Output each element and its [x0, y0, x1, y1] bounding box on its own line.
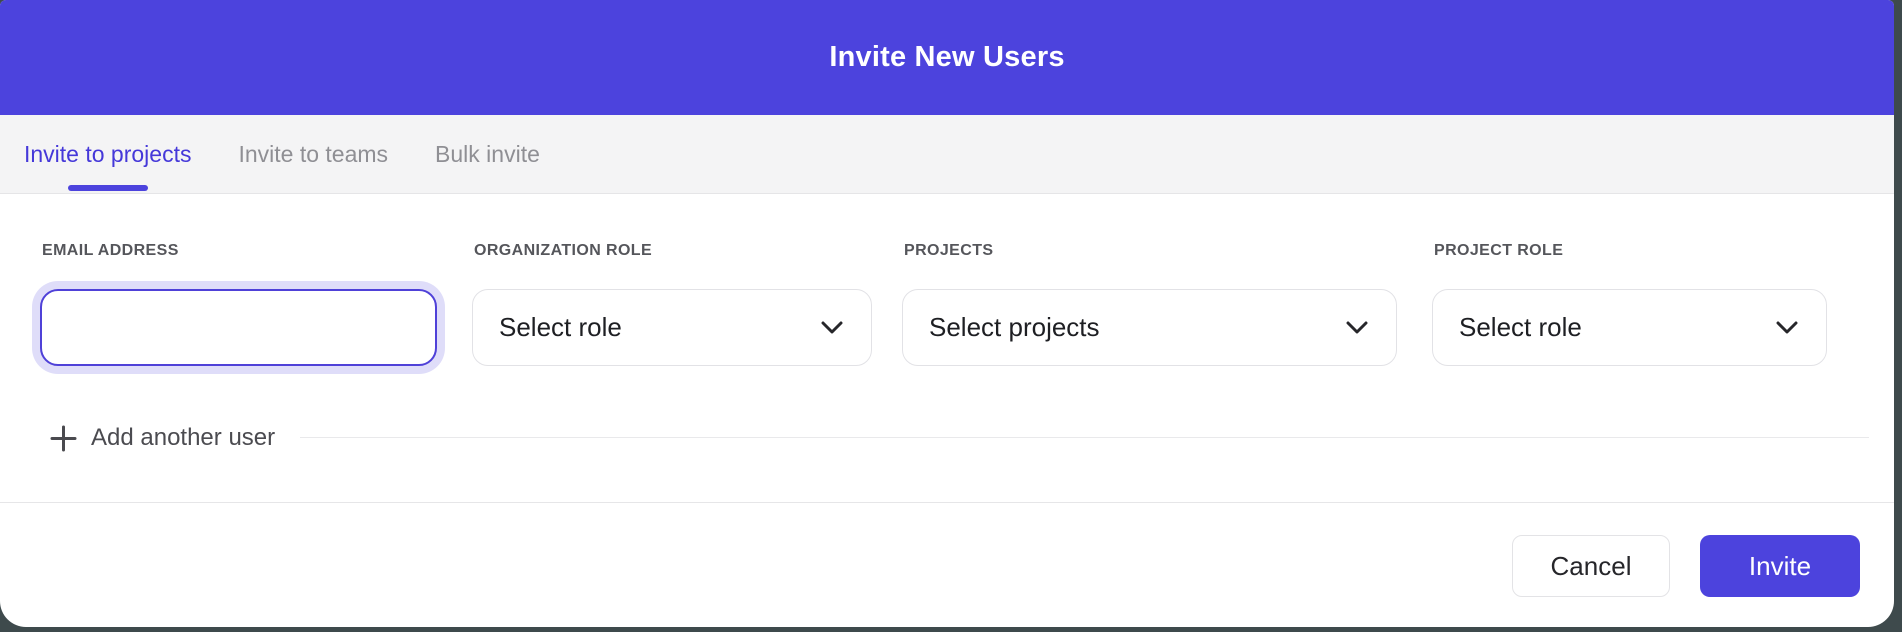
add-user-separator	[300, 437, 1869, 438]
dialog-header: Invite New Users	[0, 0, 1894, 115]
footer-separator	[0, 502, 1894, 503]
project-role-select[interactable]: Select role	[1432, 289, 1827, 366]
projects-field-group: PROJECTS Select projects	[902, 242, 1397, 366]
organization-role-label: ORGANIZATION ROLE	[474, 242, 872, 259]
email-address-label: EMAIL ADDRESS	[42, 242, 437, 259]
add-another-user-label: Add another user	[91, 424, 275, 452]
add-another-user-button[interactable]: Add another user	[50, 423, 275, 453]
projects-selected-value: Select projects	[929, 312, 1100, 343]
cancel-button[interactable]: Cancel	[1512, 535, 1670, 597]
active-tab-underline	[68, 185, 148, 191]
organization-role-field-group: ORGANIZATION ROLE Select role	[472, 242, 872, 366]
tab-bulk-invite[interactable]: Bulk invite	[435, 115, 540, 193]
invite-button[interactable]: Invite	[1700, 535, 1860, 597]
plus-icon	[50, 425, 77, 452]
tab-invite-to-teams[interactable]: Invite to teams	[238, 115, 388, 193]
organization-role-select[interactable]: Select role	[472, 289, 872, 366]
tab-label: Bulk invite	[435, 141, 540, 168]
invite-new-users-dialog: Invite New Users Invite to projects Invi…	[0, 0, 1894, 627]
project-role-label: PROJECT ROLE	[1434, 242, 1827, 259]
project-role-field-group: PROJECT ROLE Select role	[1432, 242, 1827, 366]
projects-select[interactable]: Select projects	[902, 289, 1397, 366]
chevron-down-icon	[821, 321, 843, 334]
tab-label: Invite to teams	[238, 141, 388, 168]
email-address-input[interactable]	[40, 289, 437, 366]
projects-label: PROJECTS	[904, 242, 1397, 259]
chevron-down-icon	[1346, 321, 1368, 334]
dialog-title: Invite New Users	[829, 41, 1064, 74]
organization-role-selected-value: Select role	[499, 312, 622, 343]
tab-label: Invite to projects	[24, 141, 191, 168]
project-role-selected-value: Select role	[1459, 312, 1582, 343]
tab-bar: Invite to projects Invite to teams Bulk …	[0, 115, 1894, 194]
chevron-down-icon	[1776, 321, 1798, 334]
tab-invite-to-projects[interactable]: Invite to projects	[24, 115, 191, 193]
email-address-field-group: EMAIL ADDRESS	[40, 242, 437, 366]
